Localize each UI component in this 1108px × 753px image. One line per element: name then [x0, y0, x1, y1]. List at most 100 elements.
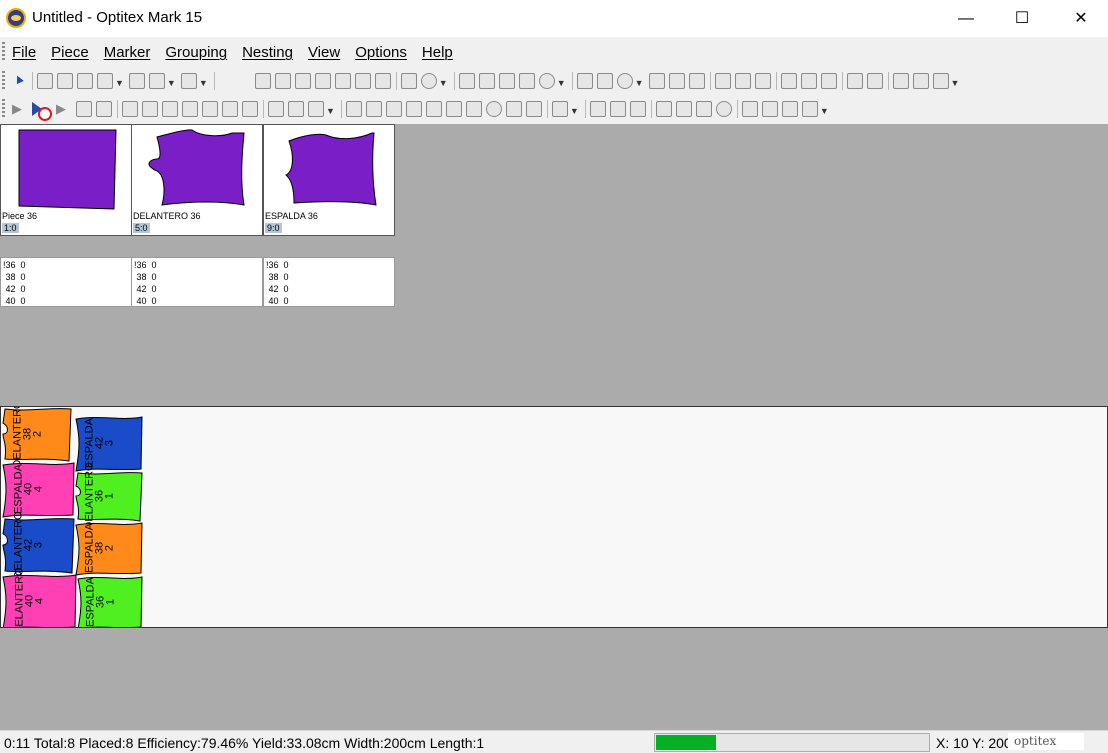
optitex-app-icon[interactable] — [6, 8, 26, 28]
color-icon[interactable] — [912, 73, 929, 89]
settings-icon[interactable] — [846, 73, 863, 89]
move-down-icon[interactable] — [385, 101, 402, 117]
menu-help[interactable]: Help — [422, 44, 460, 61]
open-file-icon[interactable] — [57, 73, 73, 89]
label-icon[interactable] — [222, 101, 238, 117]
piece-info-icon[interactable] — [589, 101, 606, 117]
close-button[interactable]: ✕ — [1058, 0, 1104, 37]
move-right-icon[interactable] — [365, 101, 382, 117]
plot-icon[interactable] — [148, 73, 165, 89]
move-up-icon[interactable] — [405, 101, 422, 117]
tools-icon[interactable] — [866, 73, 883, 89]
chevron-down-icon[interactable]: ▼ — [167, 78, 176, 88]
chevron-down-icon[interactable]: ▼ — [115, 78, 124, 88]
flip-icon[interactable] — [445, 101, 462, 117]
fit-zoom-icon[interactable] — [616, 73, 633, 89]
sheet-icon[interactable] — [288, 101, 304, 117]
menu-options[interactable]: Options — [355, 44, 414, 61]
marker-piece-espalda-36[interactable]: ESPALDA361 — [77, 576, 143, 628]
percent-icon[interactable] — [781, 101, 798, 117]
toolbar-grip[interactable] — [2, 71, 5, 91]
menu-nesting[interactable]: Nesting — [242, 44, 300, 61]
chevron-down-icon[interactable]: ▼ — [570, 106, 579, 116]
edit-icon[interactable] — [695, 101, 712, 117]
drop-icon[interactable] — [892, 73, 909, 89]
ruler-icon[interactable] — [458, 73, 475, 89]
chevron-down-icon[interactable]: ▼ — [820, 106, 829, 116]
menu-file[interactable]: File — [12, 44, 43, 61]
pin-icon[interactable] — [518, 73, 535, 89]
menubar-grip[interactable] — [2, 42, 5, 62]
play-next-icon[interactable] — [76, 101, 92, 117]
rotate-piece-icon[interactable] — [668, 73, 685, 89]
export-icon[interactable] — [180, 73, 197, 89]
piece-card-delantero[interactable]: DELANTERO 36 5:0 — [131, 124, 263, 236]
piece-edit-icon[interactable] — [609, 101, 626, 117]
step-forward-icon[interactable] — [242, 101, 258, 117]
save-icon[interactable] — [77, 73, 93, 89]
bar-chart-icon[interactable] — [142, 101, 158, 117]
rotate-90-icon[interactable] — [465, 101, 482, 117]
size-table-espalda[interactable]: !36 0 38 0 42 0 40 0 — [263, 257, 395, 307]
marker-piece-espalda-40[interactable]: ESPALDA404 — [2, 462, 75, 518]
image-icon[interactable] — [122, 101, 138, 117]
draw-tool-icon[interactable] — [182, 101, 198, 117]
split-icon[interactable] — [741, 101, 758, 117]
size-table-delantero[interactable]: !36 0 38 0 42 0 40 0 — [131, 257, 263, 307]
report-icon[interactable] — [354, 73, 371, 89]
undo-icon[interactable] — [219, 73, 233, 89]
delete-icon[interactable] — [655, 101, 672, 117]
menu-piece[interactable]: Piece — [51, 44, 96, 61]
marker-layout[interactable]: DELANTERO382 ESPALDA423ESPALDA404 DELANTER… — [1, 407, 1108, 628]
check-icon[interactable] — [801, 101, 818, 117]
merge-icon[interactable] — [761, 101, 778, 117]
move-left-icon[interactable] — [345, 101, 362, 117]
minimize-button[interactable]: — — [943, 0, 989, 37]
fabric-icon[interactable] — [820, 73, 837, 89]
marker-area[interactable]: DELANTERO 38 2 ESPALDA 42 3 ESPALDA 40 4 DELANTER… — [0, 406, 1108, 628]
marker-piece-delantero-40[interactable]: DELANTERO404 — [2, 567, 77, 628]
save-as-icon[interactable] — [97, 73, 113, 89]
rotate-icon[interactable] — [485, 101, 502, 117]
stop-nesting-icon[interactable] — [32, 101, 52, 121]
size-table-piece[interactable]: !36 0 38 0 42 0 40 0 — [0, 257, 132, 307]
refresh-icon[interactable] — [715, 101, 732, 117]
text-tool-icon[interactable] — [498, 73, 515, 89]
frame-icon[interactable] — [596, 73, 613, 89]
list-icon[interactable] — [268, 101, 284, 117]
chevron-down-icon[interactable]: ▼ — [557, 78, 566, 88]
zoom-icon[interactable] — [538, 73, 555, 89]
angle-icon[interactable] — [505, 101, 522, 117]
marker-piece-espalda-38[interactable]: ESPALDA382 — [75, 522, 143, 576]
play-icon[interactable]: ▶ — [12, 101, 26, 117]
import-icon[interactable] — [294, 73, 311, 89]
redo-icon[interactable] — [237, 73, 251, 89]
menu-view[interactable]: View — [308, 44, 347, 61]
piece-measure-icon[interactable] — [576, 73, 593, 89]
chevron-down-icon[interactable]: ▼ — [951, 78, 960, 88]
flip-piece-icon[interactable] — [688, 73, 705, 89]
select-pointer-icon[interactable] — [12, 73, 24, 89]
bar-chart-alt-icon[interactable] — [162, 101, 178, 117]
play-end-icon[interactable] — [96, 101, 112, 117]
search-piece-icon[interactable] — [254, 73, 271, 89]
marker-piece-delantero-36[interactable]: DELANTERO361 — [75, 462, 143, 530]
piece-card-espalda[interactable]: ESPALDA 36 9:0 — [263, 124, 395, 236]
chevron-down-icon[interactable]: ▼ — [635, 78, 644, 88]
chevron-down-icon[interactable]: ▼ — [199, 78, 208, 88]
grid-icon[interactable] — [932, 73, 949, 89]
group-icon[interactable] — [714, 73, 731, 89]
toolbar-grip[interactable] — [2, 99, 5, 119]
menu-marker[interactable]: Marker — [104, 44, 158, 61]
maximize-button[interactable]: ☐ — [999, 0, 1045, 37]
mirror-icon[interactable] — [425, 101, 442, 117]
sheet-menu-icon[interactable] — [308, 101, 324, 117]
nest-icon[interactable] — [780, 73, 797, 89]
tilt-icon[interactable] — [525, 101, 542, 117]
step-icon[interactable]: ▶ — [56, 101, 70, 117]
bundle-icon[interactable] — [734, 73, 751, 89]
lock-icon[interactable] — [675, 101, 692, 117]
properties-icon[interactable] — [374, 73, 391, 89]
info-icon[interactable] — [400, 73, 417, 89]
menu-grouping[interactable]: Grouping — [165, 44, 234, 61]
